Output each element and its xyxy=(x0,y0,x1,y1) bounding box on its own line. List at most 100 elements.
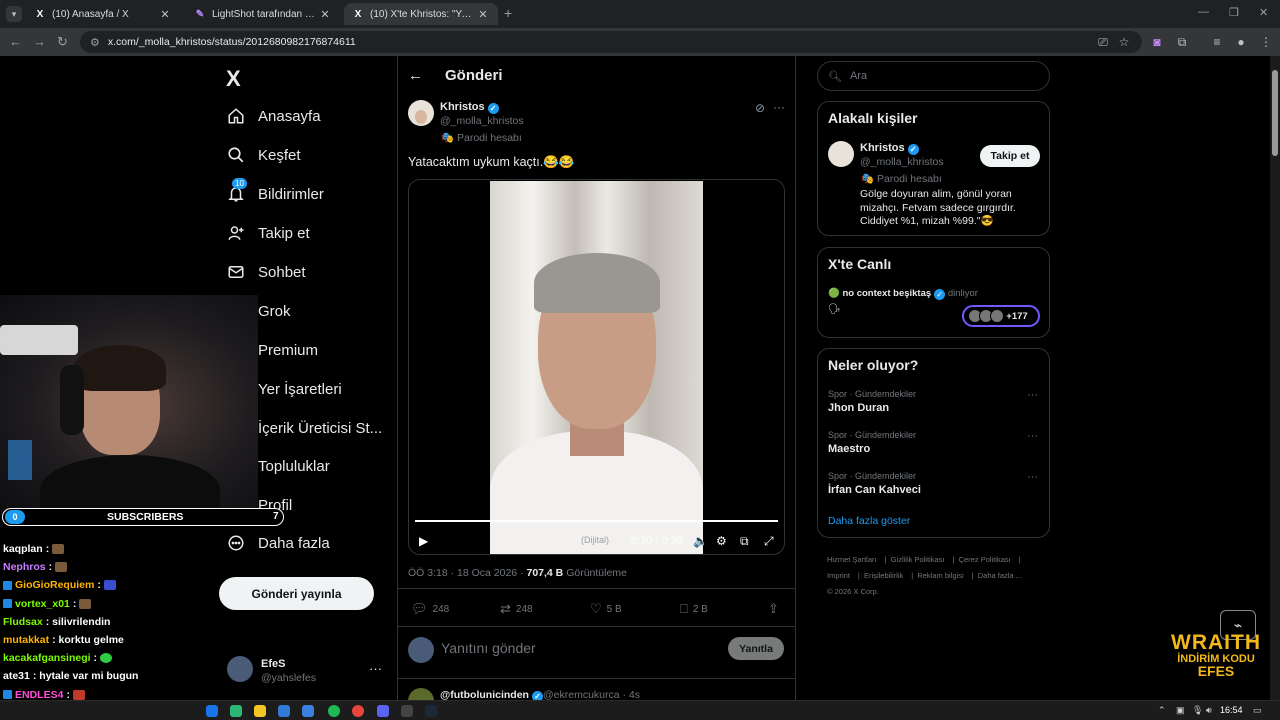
install-app-icon[interactable]: ⎚ xyxy=(1096,35,1110,49)
extension-icon[interactable]: ◙ xyxy=(1150,35,1164,49)
emote-icon xyxy=(52,544,65,555)
tweet-author-handle[interactable]: @_molla_khristos xyxy=(440,115,524,127)
microphone-icon[interactable]: 🎙︎ xyxy=(1192,705,1203,716)
close-window-icon[interactable]: ✕ xyxy=(1259,6,1268,19)
folder-icon[interactable] xyxy=(254,705,266,717)
footer-link[interactable]: Imprint xyxy=(827,571,850,580)
footer-link[interactable]: Reklam bilgisi xyxy=(917,571,963,580)
tweet-video[interactable]: ▶ (Dijital) 0:30 / 0:30 🔈 ⚙ ⧉ ⤢ xyxy=(408,179,785,555)
taskbar-clock[interactable]: 16:54 xyxy=(1220,705,1243,715)
profile-avatar-icon[interactable]: ● xyxy=(1234,35,1248,49)
edge-icon[interactable] xyxy=(206,705,218,717)
outlook-icon[interactable] xyxy=(278,705,290,717)
footer-link[interactable]: Çerez Politikası xyxy=(959,555,1011,564)
tray-app-icon[interactable]: ▣ xyxy=(1176,705,1185,716)
chrome-icon[interactable] xyxy=(352,705,364,717)
like-action[interactable]: ♡ 5 B xyxy=(590,601,622,617)
maximize-icon[interactable]: ❐ xyxy=(1229,6,1239,19)
post-button[interactable]: Gönderi yayınla xyxy=(219,577,374,610)
next-tweet-author[interactable]: @futbolunicinden ✓ xyxy=(440,689,543,700)
tweet-avatar[interactable] xyxy=(408,100,434,126)
site-info-icon[interactable]: ⚙ xyxy=(90,36,100,49)
tray-chevron-icon[interactable]: ⌃ xyxy=(1158,705,1166,716)
trend-item[interactable]: Spor · Gündemdekiler Jhon Duran ··· xyxy=(828,389,1038,414)
sidebar-item-label: Premium xyxy=(258,341,319,359)
steam-icon[interactable] xyxy=(425,705,437,717)
chat-user: kacakafgansinegi xyxy=(3,652,91,665)
video-person-hair xyxy=(534,253,660,313)
footer-link[interactable]: Daha fazla ... xyxy=(978,571,1022,580)
minimize-icon[interactable]: — xyxy=(1198,6,1209,18)
sidebar-item-explore[interactable]: Keşfet xyxy=(226,140,301,170)
account-switcher[interactable]: EfeS @yahslefes ··· xyxy=(227,656,387,686)
back-arrow-icon[interactable]: ← xyxy=(408,67,423,84)
share-action[interactable]: ⇪ xyxy=(768,601,784,617)
repost-action[interactable]: ⇄ 248 xyxy=(500,601,533,617)
play-icon[interactable]: ▶ xyxy=(419,534,428,548)
x-logo[interactable]: X xyxy=(226,66,241,92)
sidebar-item-notifications[interactable]: 10 Bildirimler xyxy=(226,178,324,209)
more-dots-icon[interactable]: ··· xyxy=(1027,471,1038,483)
more-dots-icon[interactable]: ··· xyxy=(1027,430,1038,442)
tweet-timestamp[interactable]: ÖÖ 3:18 · 18 Oca 2026 · xyxy=(408,567,526,579)
sidebar-item-home[interactable]: Anasayfa xyxy=(226,101,321,131)
footer-link[interactable]: Gizlilik Politikası xyxy=(891,555,945,564)
app-icon[interactable] xyxy=(230,705,242,717)
scroll-thumb[interactable] xyxy=(1272,70,1278,156)
video-progress-bar[interactable] xyxy=(415,520,778,522)
reply-input[interactable]: Yanıtını gönder xyxy=(441,640,536,656)
more-dots-icon[interactable]: ··· xyxy=(369,661,382,676)
address-bar[interactable]: ⚙ x.com/_molla_khristos/status/201268098… xyxy=(80,31,1142,53)
bookmark-star-icon[interactable]: ☆ xyxy=(1117,35,1131,49)
fullscreen-icon[interactable]: ⤢ xyxy=(764,534,774,549)
page-scrollbar[interactable] xyxy=(1270,56,1280,700)
close-tab-icon[interactable]: ✕ xyxy=(476,8,490,21)
trend-item[interactable]: Spor · Gündemdekiler Maestro ··· xyxy=(828,430,1038,455)
spotify-icon[interactable] xyxy=(328,705,340,717)
more-dots-icon[interactable]: ··· xyxy=(773,100,785,114)
reload-icon[interactable]: ↻ xyxy=(57,34,68,50)
browser-tab-active[interactable]: X (10) X'te Khristos: "Yatacaktım u ✕ xyxy=(344,3,498,25)
show-more-link[interactable]: Daha fazla göster xyxy=(828,515,910,527)
notification-center-icon[interactable]: ▭ xyxy=(1253,705,1262,716)
tweet-author-name[interactable]: Khristos ✓ xyxy=(440,101,499,114)
sidebar-item-follow[interactable]: Takip et xyxy=(226,218,310,248)
follow-button[interactable]: Takip et xyxy=(980,145,1040,167)
trend-item[interactable]: Spor · Gündemdekiler İrfan Can Kahveci ·… xyxy=(828,471,1038,496)
avatar[interactable] xyxy=(828,141,854,167)
footer-link[interactable]: Hizmet Şartları xyxy=(827,555,877,564)
settings-gear-icon[interactable]: ⚙ xyxy=(716,534,727,548)
speaker-icon[interactable]: 🔊︎ xyxy=(1206,705,1212,716)
reply-action[interactable]: 💬︎ 248 xyxy=(411,601,449,617)
tab-search-icon[interactable]: ▾ xyxy=(6,6,22,22)
search-input[interactable]: 🔍︎ Ara xyxy=(817,61,1050,91)
reply-button[interactable]: Yanıtla xyxy=(728,637,784,660)
media-controls-icon[interactable]: ≡ xyxy=(1210,35,1224,49)
webcam-person-body xyxy=(40,455,220,515)
obs-icon[interactable] xyxy=(401,705,413,717)
next-author-name: @futbolunicinden xyxy=(440,689,529,700)
pip-icon[interactable]: ⧉ xyxy=(740,534,749,549)
forward-icon[interactable]: → xyxy=(33,34,46,49)
avatar[interactable] xyxy=(408,688,434,700)
live-space-item[interactable]: 🟢 no context beşiktaş ✓ dinliyor xyxy=(828,288,978,300)
new-tab-icon[interactable]: + xyxy=(504,5,512,21)
sidebar-item-chat[interactable]: Sohbet xyxy=(226,257,306,287)
related-name[interactable]: Khristos ✓ xyxy=(860,142,919,155)
sidebar-item-more[interactable]: Daha fazla xyxy=(226,528,330,558)
discord-icon[interactable] xyxy=(377,705,389,717)
live-listeners-pill[interactable]: +177 xyxy=(962,305,1040,327)
bookmark-action[interactable]: ⎕ 2 B xyxy=(680,601,708,617)
volume-icon[interactable]: 🔈 xyxy=(693,534,708,548)
grok-icon[interactable]: ⊘ xyxy=(755,101,765,115)
close-tab-icon[interactable]: ✕ xyxy=(158,8,172,21)
extensions-puzzle-icon[interactable]: ⧉ xyxy=(1175,35,1189,49)
browser-menu-icon[interactable]: ⋮ xyxy=(1259,35,1273,49)
back-icon[interactable]: ← xyxy=(9,34,22,49)
app-icon[interactable] xyxy=(302,705,314,717)
browser-tab[interactable]: ✎ LightShot tarafından Ekran Görü ✕ xyxy=(186,3,340,25)
footer-link[interactable]: Erişilebilirlik xyxy=(864,571,903,580)
close-tab-icon[interactable]: ✕ xyxy=(318,8,332,21)
more-dots-icon[interactable]: ··· xyxy=(1027,389,1038,401)
browser-tab[interactable]: X (10) Anasayfa / X ✕ xyxy=(26,3,180,25)
